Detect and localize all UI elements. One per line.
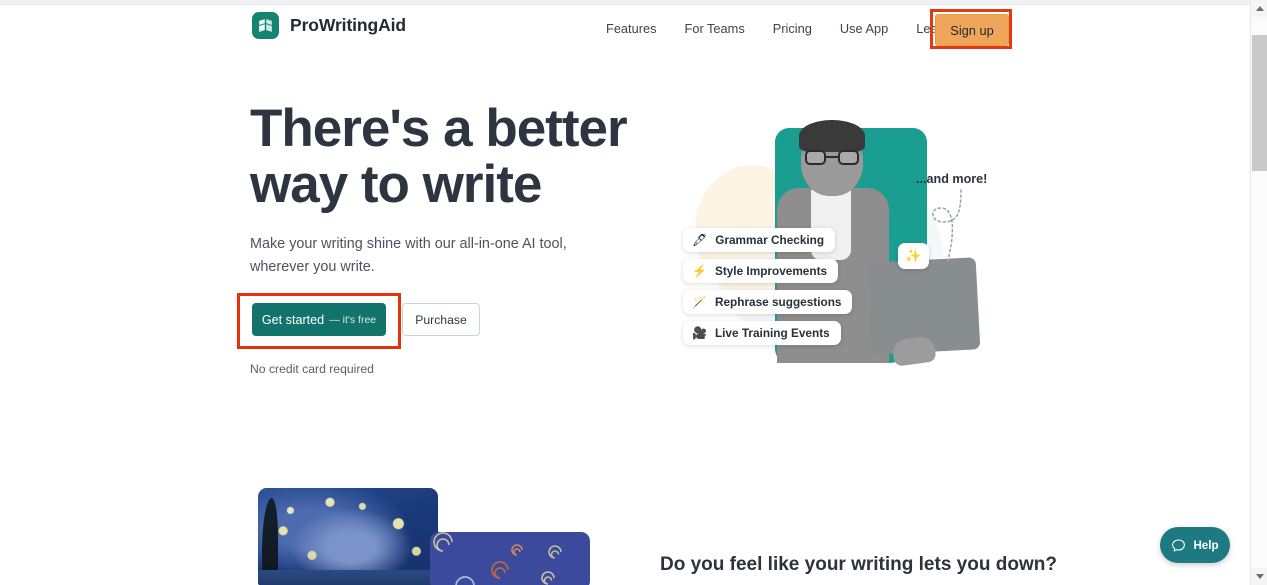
person-hair bbox=[799, 120, 865, 152]
get-started-button[interactable]: Get started — it's free bbox=[252, 303, 386, 336]
page-content: ProWritingAid Features For Teams Pricing… bbox=[0, 5, 1250, 585]
site-header: ProWritingAid Features For Teams Pricing… bbox=[0, 5, 1250, 53]
feature-chip-style-improvements: ⚡ Style Improvements bbox=[683, 259, 839, 283]
chat-bubble-icon bbox=[1172, 538, 1186, 552]
starry-night-painting-card bbox=[258, 488, 438, 585]
sign-up-button[interactable]: Sign up bbox=[935, 14, 1009, 46]
page-title: There's a better way to write bbox=[250, 99, 628, 214]
feature-chip-label: Style Improvements bbox=[714, 264, 828, 278]
and-more-label: ...and more! bbox=[916, 172, 988, 186]
nav-link-features[interactable]: Features bbox=[600, 18, 671, 40]
help-widget-label: Help bbox=[1193, 538, 1219, 552]
starry-night-hills bbox=[258, 570, 438, 585]
hero-illustration: ✨ ...and more! 🖋 Grammar Checking ⚡ Styl… bbox=[655, 110, 1035, 372]
feature-chip-list: 🖋 Grammar Checking ⚡ Style Improvements … bbox=[683, 228, 853, 345]
feature-chip-label: Live Training Events bbox=[714, 326, 830, 340]
eyeglasses-icon bbox=[805, 150, 859, 165]
page-scrollbar[interactable] bbox=[1250, 0, 1267, 585]
signup-highlight-box: Sign up bbox=[930, 9, 1012, 49]
quill-pen-icon: 🖋 bbox=[692, 233, 708, 247]
magic-wand-icon: 🪄 bbox=[692, 295, 707, 309]
get-started-suffix: — it's free bbox=[329, 313, 377, 326]
nav-link-use-app[interactable]: Use App bbox=[826, 18, 902, 40]
scroll-up-arrow-icon[interactable] bbox=[1251, 0, 1267, 17]
glasses-bridge bbox=[826, 156, 838, 158]
nav-link-pricing[interactable]: Pricing bbox=[759, 18, 826, 40]
brand-logo-link[interactable]: ProWritingAid bbox=[252, 12, 406, 39]
nav-link-for-teams[interactable]: For Teams bbox=[671, 18, 759, 40]
scroll-down-arrow-icon[interactable] bbox=[1251, 568, 1267, 585]
get-started-label: Get started bbox=[261, 312, 325, 327]
blue-swirls-card bbox=[430, 532, 590, 585]
prowritingaid-book-logo-icon bbox=[252, 12, 279, 39]
sparkles-glyph: ✨ bbox=[905, 248, 922, 263]
scrollbar-track[interactable] bbox=[1251, 17, 1267, 568]
video-camera-icon: 🎥 bbox=[692, 326, 707, 340]
feature-chip-live-training-events: 🎥 Live Training Events bbox=[683, 321, 841, 345]
feature-chip-rephrase-suggestions: 🪄 Rephrase suggestions bbox=[683, 290, 853, 314]
brand-name: ProWritingAid bbox=[290, 15, 407, 35]
purchase-button[interactable]: Purchase bbox=[402, 303, 480, 336]
feature-chip-label: Grammar Checking bbox=[715, 233, 825, 247]
browser-viewport: ProWritingAid Features For Teams Pricing… bbox=[0, 0, 1267, 585]
no-credit-card-note: No credit card required bbox=[250, 362, 374, 376]
glasses-left-lens bbox=[805, 150, 826, 165]
scrollbar-thumb[interactable] bbox=[1252, 35, 1267, 171]
sparkles-icon: ✨ bbox=[898, 243, 929, 269]
feature-chip-grammar-checking: 🖋 Grammar Checking bbox=[683, 228, 836, 252]
lightning-bolt-icon: ⚡ bbox=[692, 264, 707, 278]
glasses-right-lens bbox=[838, 150, 859, 165]
help-widget-button[interactable]: Help bbox=[1160, 527, 1230, 563]
feature-chip-label: Rephrase suggestions bbox=[714, 295, 842, 309]
hero-subtitle: Make your writing shine with our all-in-… bbox=[250, 236, 567, 275]
section-heading-question: Do you feel like your writing lets you d… bbox=[660, 554, 1057, 575]
swirl-pattern-icon bbox=[433, 532, 562, 585]
